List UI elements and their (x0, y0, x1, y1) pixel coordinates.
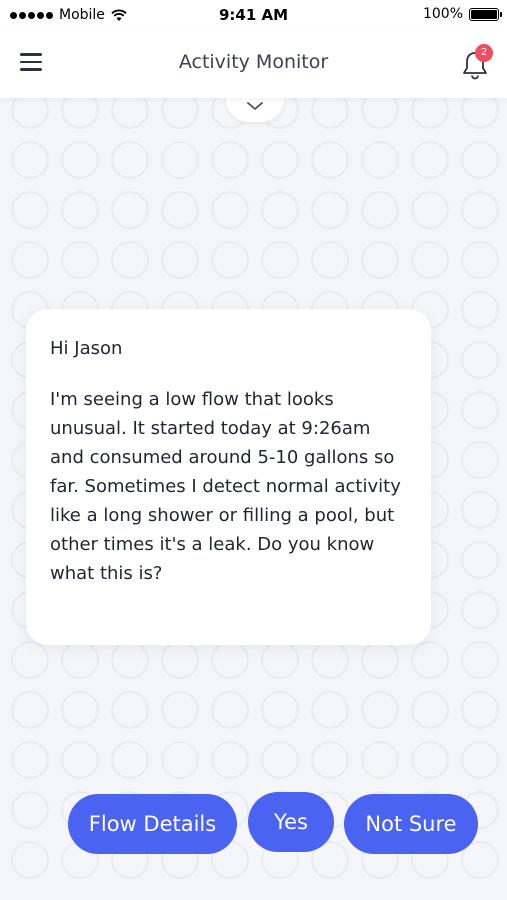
flow-details-button[interactable]: Flow Details (68, 794, 237, 854)
app-header: Activity Monitor 2 (0, 30, 507, 98)
notification-badge: 2 (475, 44, 493, 62)
not-sure-button[interactable]: Not Sure (344, 794, 478, 854)
status-bar: Mobile 9:41 AM 100% (0, 0, 507, 30)
message-body: I'm seeing a low flow that looks unusual… (50, 389, 401, 584)
battery-percent: 100% (422, 6, 463, 22)
yes-button[interactable]: Yes (248, 792, 334, 852)
battery-icon (469, 7, 502, 21)
chevron-down-icon (247, 102, 263, 110)
page-title: Activity Monitor (178, 51, 329, 73)
notifications-button[interactable]: 2 (457, 44, 493, 82)
message-bubble: Hi Jason I'm seeing a low flow that look… (26, 309, 431, 645)
message-greeting: Hi Jason (50, 338, 123, 359)
status-right: 100% (422, 6, 502, 22)
activity-monitor-screen: Mobile 9:41 AM 100% Activity Monitor 2 H… (0, 0, 507, 900)
